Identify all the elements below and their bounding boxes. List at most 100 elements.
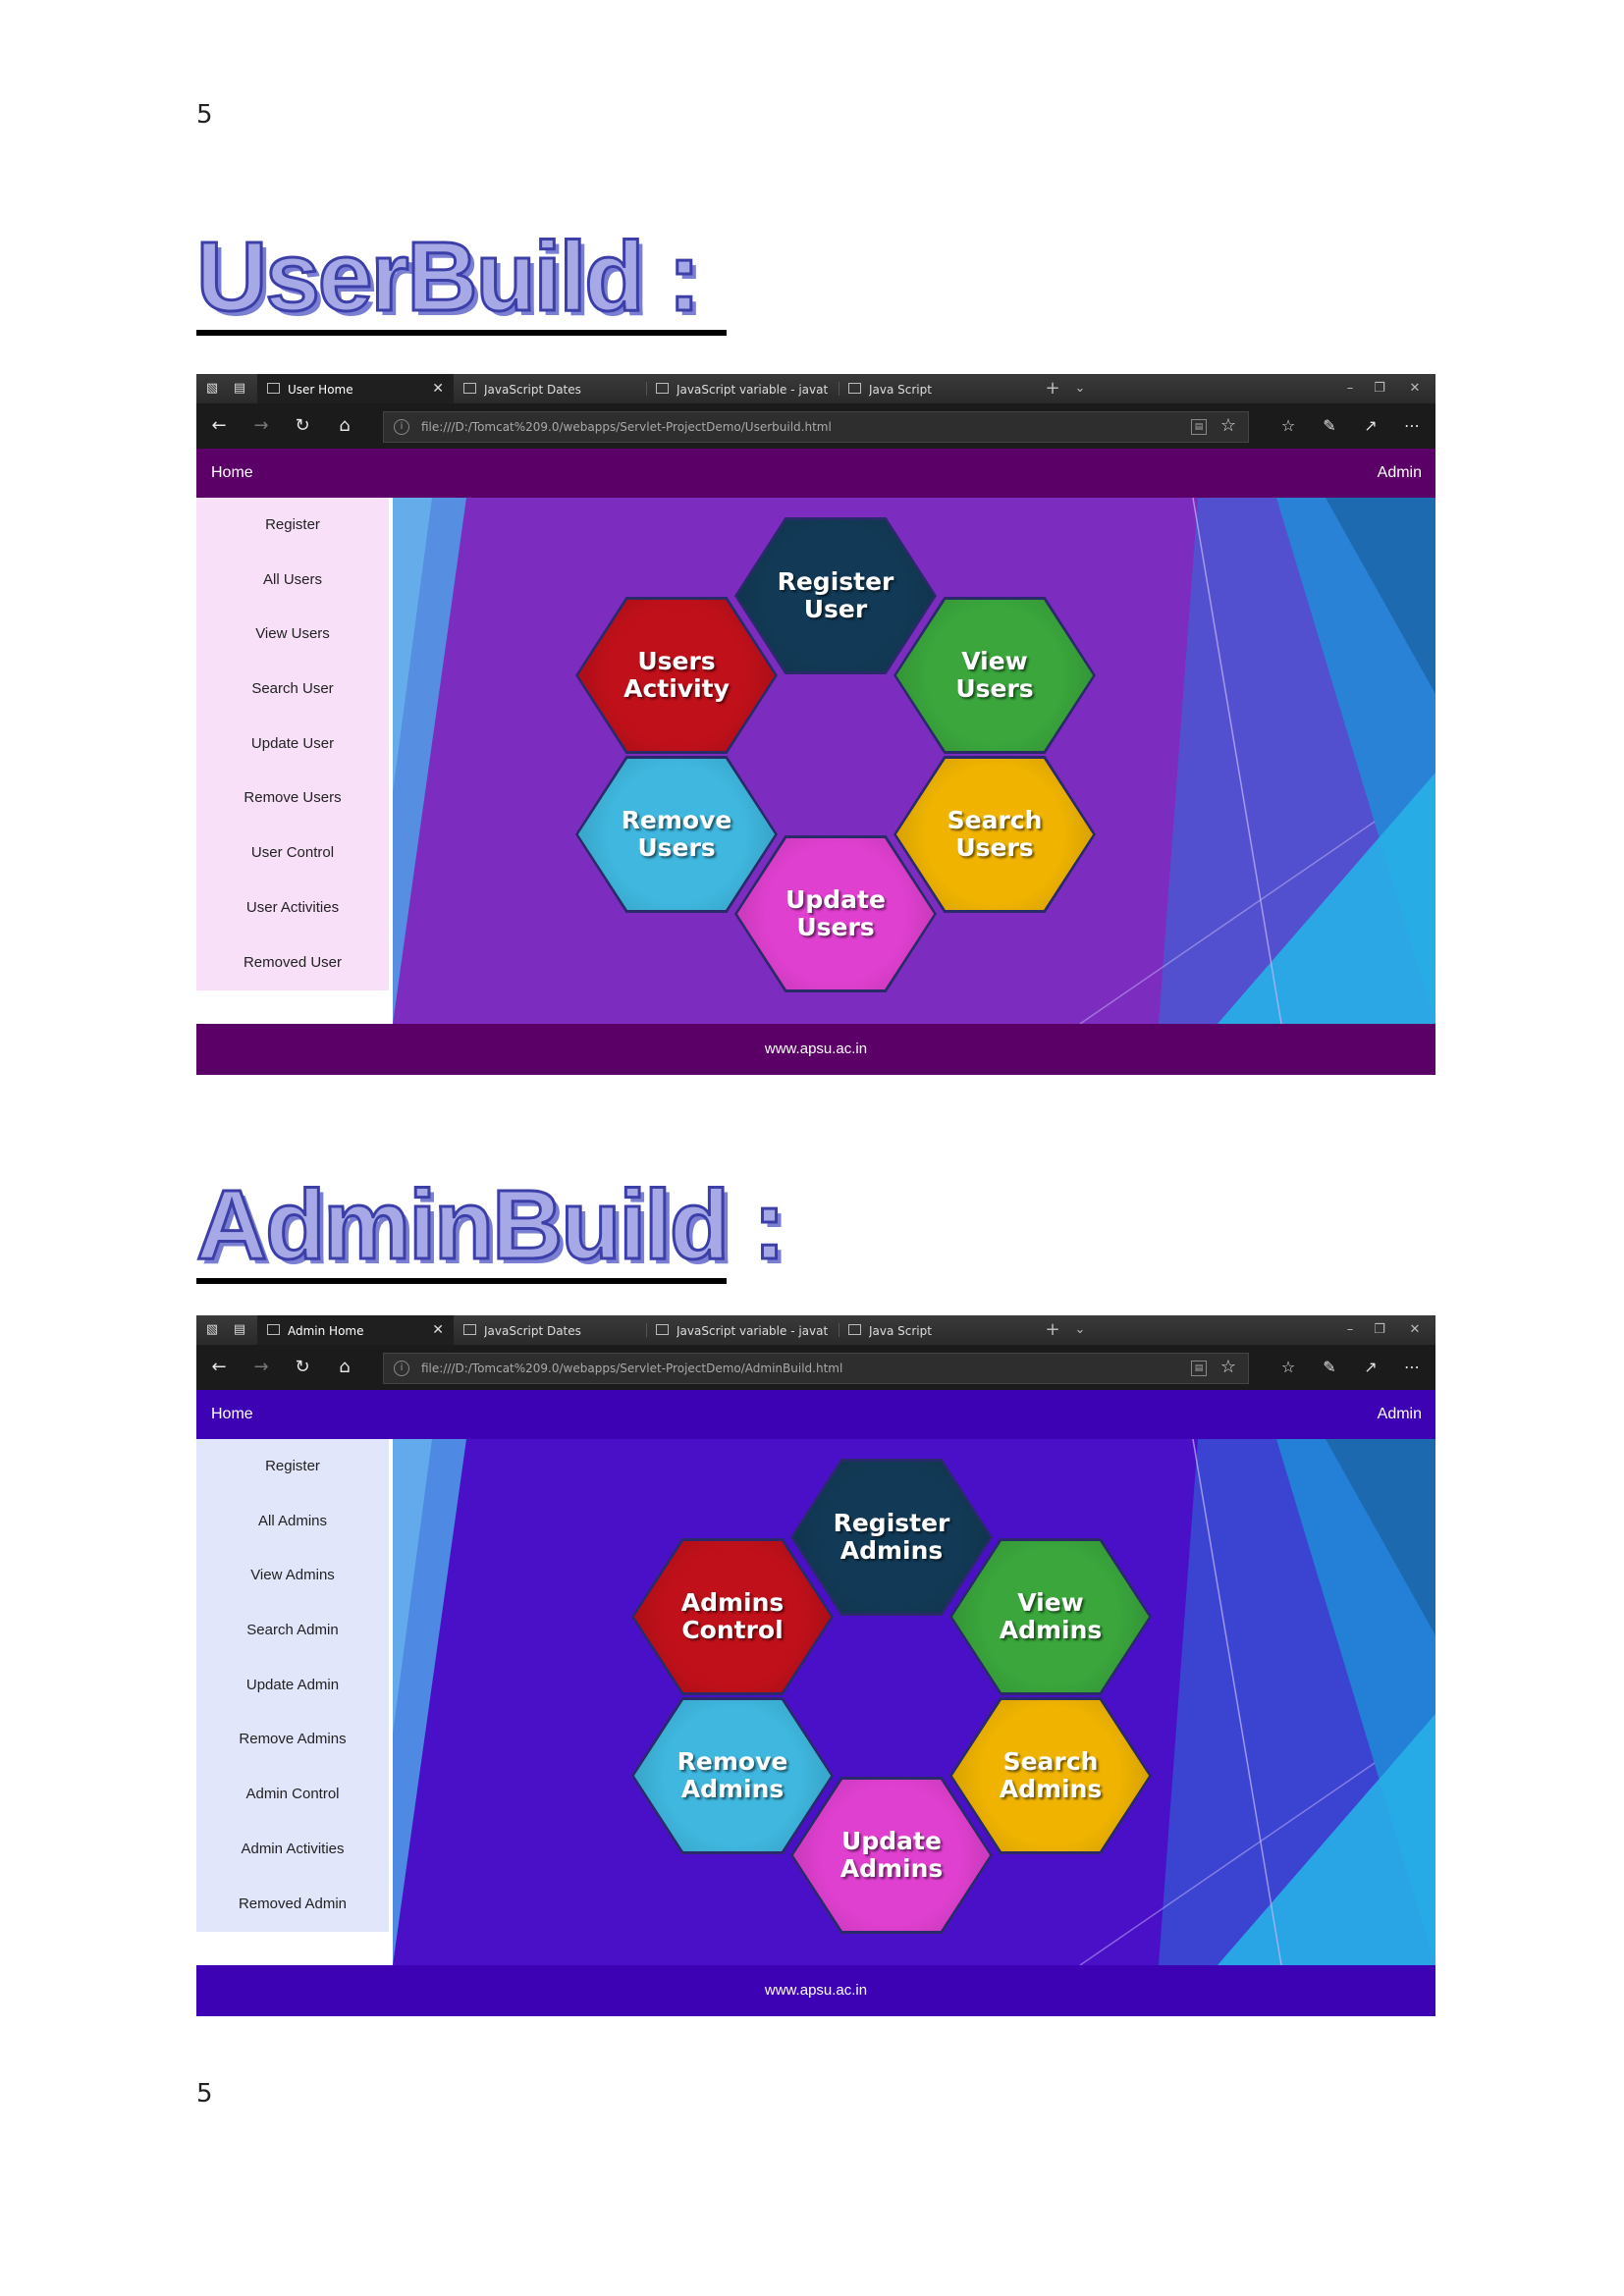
forward-arrow-icon[interactable]: → bbox=[250, 1357, 272, 1378]
tab-label: Java Script bbox=[869, 1323, 932, 1338]
page-icon bbox=[656, 1324, 669, 1335]
url-input[interactable]: i file:///D:/Tomcat%209.0/webapps/Servle… bbox=[383, 1353, 1249, 1384]
refresh-icon[interactable]: ↻ bbox=[292, 415, 313, 437]
sidebar-item[interactable]: Update User bbox=[196, 717, 389, 772]
sidebar-item[interactable]: View Users bbox=[196, 607, 389, 662]
browser-tab[interactable]: JavaScript variable - javatpc bbox=[646, 374, 839, 403]
userbuild-heading: UserBuild : bbox=[195, 222, 731, 336]
tab-label: JavaScript variable - javatpc bbox=[677, 382, 828, 397]
pen-icon[interactable]: ✎ bbox=[1318, 414, 1341, 438]
nav-admin-link[interactable]: Admin bbox=[1378, 449, 1422, 498]
sidebar-item[interactable]: Search User bbox=[196, 662, 389, 717]
sidebar-item[interactable]: User Activities bbox=[196, 881, 389, 935]
page-icon bbox=[463, 1324, 476, 1335]
sidebar-item[interactable]: Removed User bbox=[196, 935, 389, 990]
close-window-icon[interactable]: ✕ bbox=[1400, 374, 1430, 403]
userbuild-heading-text: UserBuild : bbox=[195, 222, 702, 332]
refresh-icon[interactable]: ↻ bbox=[292, 1357, 313, 1378]
restore-icon[interactable]: ❐ bbox=[1365, 1315, 1394, 1345]
browser-tab[interactable]: JavaScript Dates bbox=[454, 1315, 646, 1345]
browser-tab-active[interactable]: User Home ✕ bbox=[257, 374, 454, 403]
page-number-top: 5 bbox=[196, 100, 213, 130]
more-icon[interactable]: ⋯ bbox=[1400, 414, 1424, 438]
hex-tile-label: Remove Users bbox=[621, 806, 732, 862]
site-footer: www.apsu.ac.in bbox=[196, 1965, 1435, 2016]
nav-admin-link[interactable]: Admin bbox=[1378, 1390, 1422, 1439]
sidebar-item[interactable]: All Users bbox=[196, 553, 389, 608]
tab-list-chevron-down-icon[interactable]: ⌄ bbox=[1065, 374, 1095, 403]
reading-view-icon[interactable]: ▤ bbox=[1191, 1361, 1207, 1376]
info-icon[interactable]: i bbox=[394, 419, 409, 435]
back-arrow-icon[interactable]: ← bbox=[208, 1357, 230, 1378]
sidebar-item[interactable]: Search Admin bbox=[196, 1603, 389, 1658]
browser-address-bar: ← → ↻ ⌂ i file:///D:/Tomcat%209.0/webapp… bbox=[196, 1345, 1435, 1390]
page-icon bbox=[848, 383, 861, 394]
favorites-list-icon[interactable]: ☆ bbox=[1276, 414, 1300, 438]
tab-label: JavaScript variable - javatpc bbox=[677, 1323, 828, 1338]
back-arrow-icon[interactable]: ← bbox=[208, 415, 230, 437]
sidebar-item[interactable]: Register bbox=[196, 498, 389, 553]
favorite-star-icon[interactable]: ☆ bbox=[1220, 415, 1236, 437]
nav-home-link[interactable]: Home bbox=[211, 449, 253, 498]
adminbuild-screenshot: ▧ ▤ Admin Home ✕ JavaScript Dates JavaSc… bbox=[196, 1315, 1435, 2016]
favorite-star-icon[interactable]: ☆ bbox=[1220, 1357, 1236, 1378]
sidebar-item[interactable]: Register bbox=[196, 1439, 389, 1494]
favorites-list-icon[interactable]: ☆ bbox=[1276, 1356, 1300, 1379]
page-icon bbox=[656, 383, 669, 394]
url-text: file:///D:/Tomcat%209.0/webapps/Servlet-… bbox=[421, 420, 832, 434]
sidebar-item[interactable]: Removed Admin bbox=[196, 1877, 389, 1932]
forward-arrow-icon[interactable]: → bbox=[250, 415, 272, 437]
close-tab-icon[interactable]: ✕ bbox=[432, 374, 444, 403]
tab-label: Admin Home bbox=[288, 1323, 364, 1338]
pen-icon[interactable]: ✎ bbox=[1318, 1356, 1341, 1379]
userbuild-screenshot: ▧ ▤ User Home ✕ JavaScript Dates JavaScr… bbox=[196, 374, 1435, 1075]
more-icon[interactable]: ⋯ bbox=[1400, 1356, 1424, 1379]
new-tab-icon[interactable]: + bbox=[1038, 374, 1067, 403]
sidebar-item[interactable]: User Control bbox=[196, 826, 389, 881]
browser-tab[interactable]: Java Script bbox=[839, 1315, 1005, 1345]
sidebar-item[interactable]: Update Admin bbox=[196, 1658, 389, 1713]
tab-preview-icon[interactable]: ▤ bbox=[232, 381, 247, 397]
close-window-icon[interactable]: ✕ bbox=[1400, 1315, 1430, 1345]
browser-tab[interactable]: Java Script bbox=[839, 374, 1005, 403]
tab-label: JavaScript Dates bbox=[484, 382, 581, 397]
home-icon[interactable]: ⌂ bbox=[334, 415, 355, 437]
new-tab-icon[interactable]: + bbox=[1038, 1315, 1067, 1345]
adminbuild-heading-underline bbox=[196, 1278, 727, 1284]
sidebar-item[interactable]: View Admins bbox=[196, 1548, 389, 1603]
hex-tile-label: Admins Control bbox=[680, 1588, 785, 1644]
sidebar-item[interactable]: Remove Users bbox=[196, 771, 389, 826]
page-number-bottom: 5 bbox=[196, 2079, 213, 2109]
restore-icon[interactable]: ❐ bbox=[1365, 374, 1394, 403]
share-icon[interactable]: ↗ bbox=[1359, 1356, 1382, 1379]
browser-tab[interactable]: JavaScript Dates bbox=[454, 374, 646, 403]
page-icon bbox=[267, 383, 280, 394]
tab-preview-icon[interactable]: ▤ bbox=[232, 1322, 247, 1338]
hex-tile-label: Register Admins bbox=[833, 1509, 950, 1565]
sidebar-item[interactable]: Remove Admins bbox=[196, 1712, 389, 1767]
info-icon[interactable]: i bbox=[394, 1361, 409, 1376]
reading-view-icon[interactable]: ▤ bbox=[1191, 419, 1207, 435]
tab-manager-icon[interactable]: ▧ bbox=[204, 381, 220, 397]
browser-tab-active[interactable]: Admin Home ✕ bbox=[257, 1315, 454, 1345]
close-tab-icon[interactable]: ✕ bbox=[432, 1315, 444, 1345]
site-navbar: Home Admin bbox=[196, 1390, 1435, 1439]
share-icon[interactable]: ↗ bbox=[1359, 414, 1382, 438]
nav-home-link[interactable]: Home bbox=[211, 1390, 253, 1439]
hex-tile-label: View Users bbox=[955, 647, 1034, 703]
sidebar-menu: Register All Admins View Admins Search Admi… bbox=[196, 1439, 389, 1932]
page-icon bbox=[848, 1324, 861, 1335]
minimize-icon[interactable]: – bbox=[1335, 374, 1365, 403]
hex-tile-label: Search Admins bbox=[999, 1747, 1103, 1803]
minimize-icon[interactable]: – bbox=[1335, 1315, 1365, 1345]
home-icon[interactable]: ⌂ bbox=[334, 1357, 355, 1378]
url-input[interactable]: i file:///D:/Tomcat%209.0/webapps/Servle… bbox=[383, 411, 1249, 443]
tab-manager-icon[interactable]: ▧ bbox=[204, 1322, 220, 1338]
sidebar-item[interactable]: Admin Control bbox=[196, 1767, 389, 1822]
page-icon bbox=[463, 383, 476, 394]
sidebar-item[interactable]: All Admins bbox=[196, 1494, 389, 1549]
tab-list-chevron-down-icon[interactable]: ⌄ bbox=[1065, 1315, 1095, 1345]
hex-tile-label: Remove Admins bbox=[677, 1747, 788, 1803]
sidebar-item[interactable]: Admin Activities bbox=[196, 1822, 389, 1877]
browser-tab[interactable]: JavaScript variable - javatpc bbox=[646, 1315, 839, 1345]
